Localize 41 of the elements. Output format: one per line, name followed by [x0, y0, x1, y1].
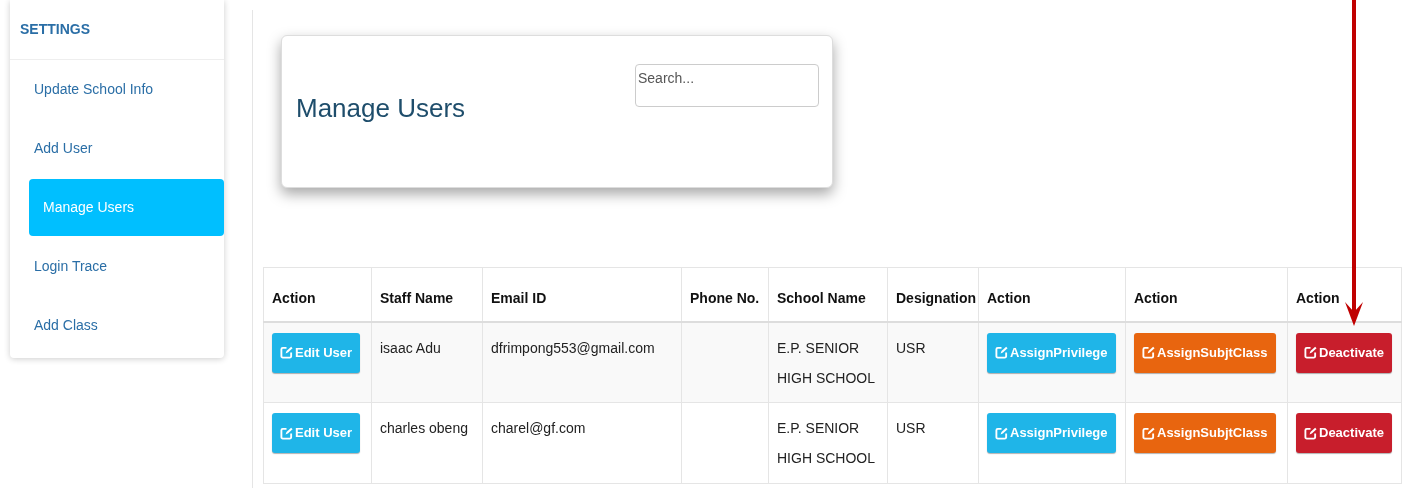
- action-button[interactable]: Edit User: [272, 413, 361, 453]
- table-cell-text: charles obeng: [380, 419, 469, 438]
- table-cell-text: USR: [896, 338, 927, 358]
- table-cell-text: E.P. SENIOR HIGH SCHOOL: [777, 419, 876, 468]
- table-cell-text: isaac Adu: [380, 338, 442, 358]
- table-cell-text: charel@gf.com: [491, 419, 587, 438]
- edit-icon: [280, 426, 293, 440]
- sidebar-item[interactable]: Update School Info: [10, 61, 224, 118]
- action-button[interactable]: Deactivate: [1296, 332, 1393, 373]
- action-button[interactable]: Edit User: [272, 332, 361, 373]
- sidebar-item[interactable]: Manage Users: [29, 179, 224, 236]
- edit-icon: [995, 346, 1008, 359]
- table-cell-text: dfrimpong553@gmail.com: [491, 338, 656, 358]
- sidebar-title: SETTINGS: [20, 20, 90, 39]
- column-header: School Name: [777, 290, 866, 307]
- edit-icon: [1142, 346, 1155, 359]
- edit-icon: [280, 346, 293, 359]
- column-header: Action: [1296, 290, 1340, 307]
- column-header: Action: [1134, 290, 1178, 307]
- action-button[interactable]: AssignPrivilege: [987, 332, 1116, 373]
- column-header: Action: [272, 290, 316, 307]
- sidebar-item[interactable]: Login Trace: [10, 238, 224, 295]
- edit-icon: [995, 426, 1008, 440]
- edit-icon: [1304, 426, 1317, 440]
- table-cell-text: E.P. SENIOR HIGH SCHOOL: [777, 338, 876, 388]
- sidebar-item[interactable]: Add Class: [10, 297, 224, 354]
- action-button[interactable]: AssignPrivilege: [987, 413, 1116, 453]
- search-field[interactable]: Search...: [635, 64, 819, 107]
- column-header: Designation: [896, 290, 977, 307]
- page-title: Manage Users: [296, 92, 466, 125]
- edit-icon: [1304, 346, 1317, 359]
- column-header: Phone No.: [690, 290, 760, 307]
- column-header: Email ID: [491, 290, 547, 307]
- column-header: Staff Name: [380, 290, 454, 307]
- edit-icon: [1142, 426, 1155, 440]
- table-cell-text: USR: [896, 419, 927, 438]
- sidebar-item[interactable]: Add User: [10, 120, 224, 177]
- column-header: Action: [987, 290, 1031, 307]
- action-button[interactable]: Deactivate: [1296, 413, 1393, 453]
- action-button[interactable]: AssignSubjtClass: [1134, 332, 1276, 373]
- action-button[interactable]: AssignSubjtClass: [1134, 413, 1276, 453]
